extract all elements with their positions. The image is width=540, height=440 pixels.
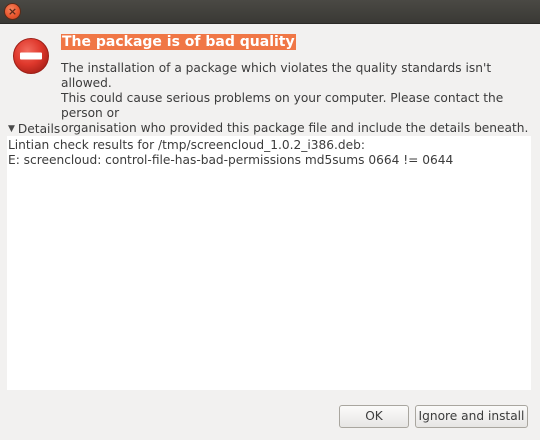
details-expander[interactable]: ▼ Details (8, 122, 60, 136)
error-icon (13, 38, 49, 74)
message-line: The installation of a package which viol… (61, 61, 492, 90)
ignore-and-install-button[interactable]: Ignore and install (415, 405, 528, 428)
message-line: organisation who provided this package f… (61, 121, 529, 135)
details-label: Details (17, 122, 61, 136)
close-button[interactable]: × (5, 4, 20, 19)
details-text-area[interactable]: Lintian check results for /tmp/screenclo… (7, 136, 531, 390)
dialog-message: The installation of a package which viol… (61, 61, 531, 136)
dialog-heading-text: The package is of bad quality (61, 34, 296, 50)
expander-arrow-icon: ▼ (8, 124, 15, 134)
dialog-heading: The package is of bad quality (61, 34, 296, 50)
message-line: This could cause serious problems on you… (61, 91, 504, 120)
titlebar: × (0, 0, 540, 24)
package-quality-dialog: × The package is of bad quality The inst… (0, 0, 540, 440)
ok-button[interactable]: OK (339, 405, 409, 428)
